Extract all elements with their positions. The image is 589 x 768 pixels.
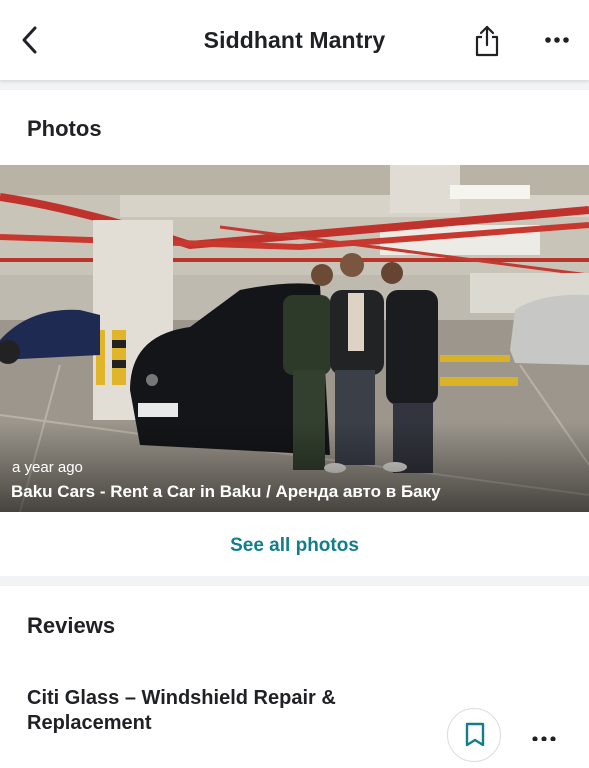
bookmark-icon bbox=[465, 722, 485, 747]
review-more-button[interactable] bbox=[530, 728, 560, 742]
more-options-button[interactable] bbox=[543, 30, 573, 50]
section-divider bbox=[0, 80, 589, 90]
section-divider bbox=[0, 576, 589, 586]
save-place-button[interactable] bbox=[447, 708, 501, 762]
photos-section-title: Photos bbox=[27, 116, 102, 141]
top-app-bar: Siddhant Mantry bbox=[0, 0, 589, 80]
review-photo[interactable]: a year ago Baku Cars - Rent a Car in Bak… bbox=[0, 165, 589, 512]
review-place-name[interactable]: Citi Glass – Windshield Repair & Replace… bbox=[27, 686, 387, 736]
share-icon bbox=[475, 25, 499, 57]
more-horizontal-icon bbox=[545, 37, 569, 43]
photo-place-name[interactable]: Baku Cars - Rent a Car in Baku / Аренда … bbox=[11, 482, 441, 502]
share-button[interactable] bbox=[472, 24, 502, 58]
more-horizontal-icon bbox=[532, 736, 556, 742]
reviews-section-title: Reviews bbox=[27, 613, 116, 638]
see-all-photos-link[interactable]: See all photos bbox=[0, 535, 589, 557]
photo-age: a year ago bbox=[12, 459, 83, 476]
